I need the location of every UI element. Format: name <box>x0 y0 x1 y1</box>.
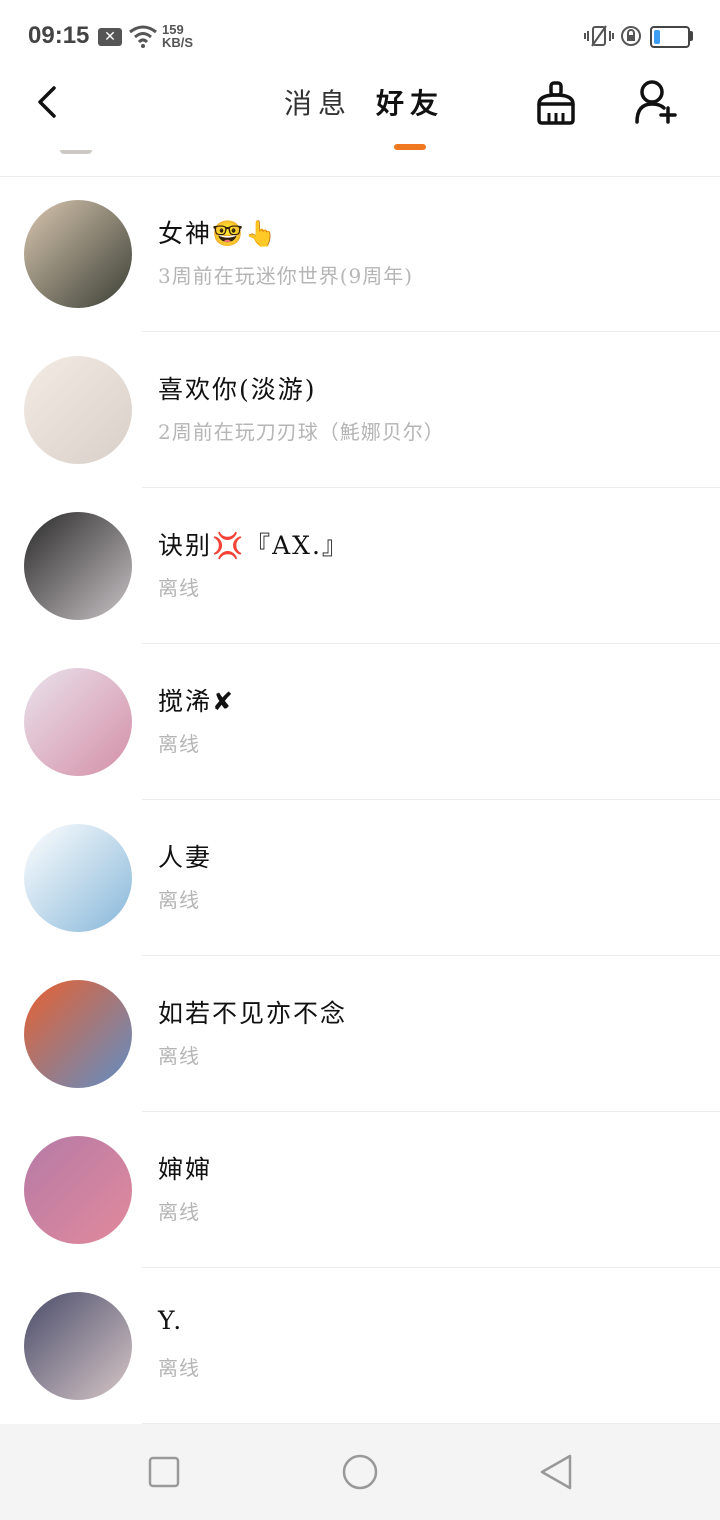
status-bar: 09:15 ✕ 159 KB/S <box>0 0 720 72</box>
friend-name: 人妻 <box>158 843 213 872</box>
friend-status: 离线 <box>158 888 200 912</box>
friend-status: 离线 <box>158 1044 200 1068</box>
header-bar: 消息 好友 <box>0 72 720 177</box>
wifi-icon <box>129 25 157 48</box>
friend-status: 离线 <box>158 1356 200 1380</box>
friend-list-item[interactable]: 婶婶 离线 <box>0 1112 720 1268</box>
tab-messages[interactable]: 消息 <box>284 82 352 122</box>
battery-icon <box>650 26 690 48</box>
avatar[interactable] <box>24 1136 132 1244</box>
avatar[interactable] <box>24 512 132 620</box>
friend-status: 离线 <box>158 1200 200 1224</box>
network-speed-unit: KB/S <box>162 35 194 50</box>
broom-clean-icon[interactable] <box>534 80 578 126</box>
friend-list-item[interactable]: 搅浠✘ 离线 <box>0 644 720 800</box>
battery-tip <box>690 31 693 41</box>
friend-name: 婶婶 <box>158 1155 213 1184</box>
home-circle-icon[interactable] <box>342 1454 378 1490</box>
friend-name: 如若不见亦不念 <box>158 999 348 1028</box>
partial-avatar <box>60 150 92 154</box>
friend-list-item[interactable]: 如若不见亦不念 离线 <box>0 956 720 1112</box>
avatar[interactable] <box>24 356 132 464</box>
friend-list-item[interactable]: 女神🤓👆 3周前在玩迷你世界(9周年) <box>0 176 720 332</box>
friend-list-item[interactable]: 诀别💢『AX.』离线 <box>0 488 720 644</box>
avatar[interactable] <box>24 668 132 776</box>
friend-status: 2周前在玩刀刃球（魹娜贝尔） <box>158 420 445 444</box>
vibrate-icon <box>584 25 614 47</box>
friend-name: 诀别💢『AX.』 <box>158 531 349 560</box>
friend-list-item[interactable]: 人妻 离线 <box>0 800 720 956</box>
battery-level <box>654 30 660 44</box>
active-tab-indicator <box>394 144 426 150</box>
network-speed: 159 KB/S <box>162 23 193 49</box>
back-triangle-icon[interactable] <box>538 1454 574 1490</box>
x-box-icon: ✕ <box>98 28 122 46</box>
friend-name: 搅浠✘ <box>158 687 235 716</box>
friend-list-item[interactable]: 喜欢你(淡游) 2周前在玩刀刃球（魹娜贝尔） <box>0 332 720 488</box>
friend-name: Y. <box>158 1306 184 1335</box>
friend-name: 女神🤓👆 <box>158 219 279 248</box>
system-nav-bar <box>0 1424 720 1520</box>
back-arrow-icon[interactable] <box>28 82 68 122</box>
rotation-lock-icon <box>621 26 641 46</box>
avatar[interactable] <box>24 1292 132 1400</box>
recent-apps-icon[interactable] <box>146 1454 182 1490</box>
avatar[interactable] <box>24 200 132 308</box>
friend-status: 离线 <box>158 576 200 600</box>
status-time: 09:15 <box>28 22 90 49</box>
friend-name: 喜欢你(淡游) <box>158 375 317 404</box>
avatar[interactable] <box>24 824 132 932</box>
tab-friends[interactable]: 好友 <box>376 82 444 122</box>
friend-list-item[interactable]: Y. 离线 <box>0 1268 720 1424</box>
friend-list: 女神🤓👆 3周前在玩迷你世界(9周年) 喜欢你(淡游) 2周前在玩刀刃球（魹娜贝尔） 诀… <box>0 176 720 1424</box>
avatar[interactable] <box>24 980 132 1088</box>
add-friend-icon[interactable] <box>634 78 680 124</box>
friend-status: 离线 <box>158 732 200 756</box>
friend-status: 3周前在玩迷你世界(9周年) <box>158 264 414 288</box>
